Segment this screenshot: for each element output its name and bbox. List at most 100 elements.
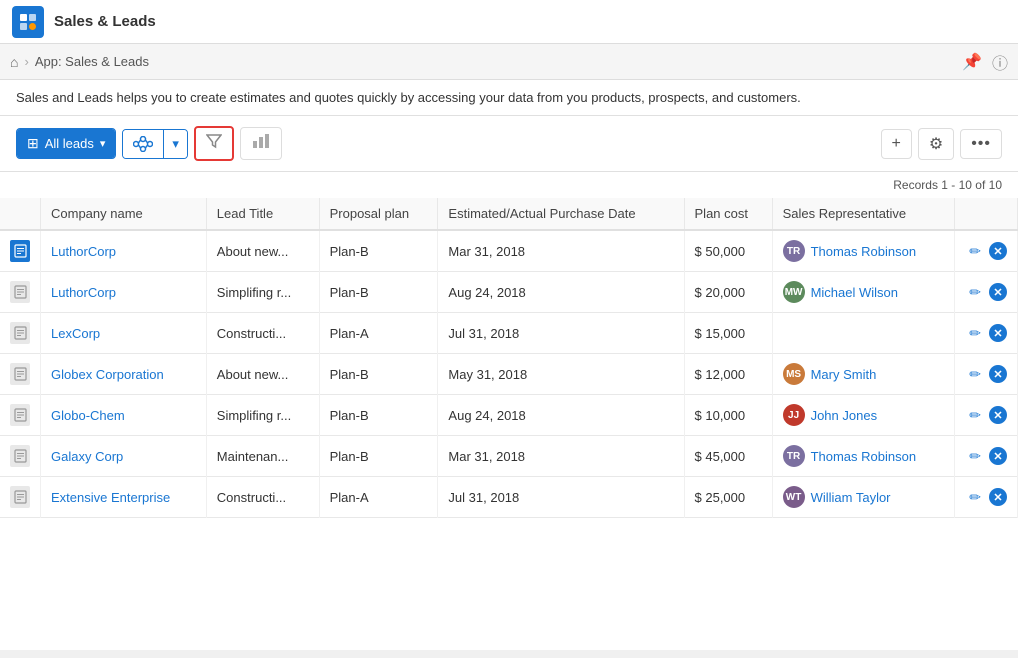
sales-rep-cell[interactable]: MS Mary Smith xyxy=(783,363,945,385)
lead-title: Constructi... xyxy=(206,313,319,354)
edit-button[interactable]: ✏ xyxy=(965,323,985,344)
records-info: Records 1 - 10 of 10 xyxy=(0,172,1018,198)
sales-rep-cell[interactable]: JJ John Jones xyxy=(783,404,945,426)
purchase-date: Aug 24, 2018 xyxy=(438,395,684,436)
row-actions: ✏ ✕ xyxy=(955,436,1018,477)
sales-rep-cell[interactable]: TR Thomas Robinson xyxy=(783,445,945,467)
lead-title: About new... xyxy=(206,230,319,272)
sales-representative[interactable]: JJ John Jones xyxy=(772,395,955,436)
table-row: LuthorCorpAbout new...Plan-BMar 31, 2018… xyxy=(0,230,1018,272)
row-actions: ✏ ✕ xyxy=(955,272,1018,313)
chart-button[interactable] xyxy=(240,127,282,160)
proposal-plan: Plan-B xyxy=(319,230,438,272)
pin-icon[interactable]: 📌 xyxy=(962,52,982,72)
row-type-icon xyxy=(0,354,41,395)
home-icon[interactable]: ⌂ xyxy=(10,54,18,70)
plan-cost: $ 45,000 xyxy=(684,436,772,477)
info-banner-text: Sales and Leads helps you to create esti… xyxy=(16,90,801,105)
edit-button[interactable]: ✏ xyxy=(965,364,985,385)
sales-rep-name: Thomas Robinson xyxy=(811,244,917,259)
edit-button[interactable]: ✏ xyxy=(965,446,985,467)
toolbar: ⊞ All leads ▾ ▾ xyxy=(0,116,1018,172)
edit-button[interactable]: ✏ xyxy=(965,487,985,508)
info-icon[interactable]: ⓘ xyxy=(992,50,1008,74)
delete-button[interactable]: ✕ xyxy=(989,447,1007,465)
app-logo xyxy=(12,6,44,38)
view-main-button[interactable]: ⊞ All leads ▾ xyxy=(17,129,115,158)
col-header-lead-title[interactable]: Lead Title xyxy=(206,198,319,230)
plan-cost: $ 20,000 xyxy=(684,272,772,313)
delete-button[interactable]: ✕ xyxy=(989,488,1007,506)
row-type-icon xyxy=(0,313,41,354)
app-title: Sales & Leads xyxy=(54,13,156,30)
lead-title: About new... xyxy=(206,354,319,395)
company-name[interactable]: LexCorp xyxy=(41,313,207,354)
avatar: WT xyxy=(783,486,805,508)
lead-title: Maintenan... xyxy=(206,436,319,477)
sales-rep-cell[interactable]: MW Michael Wilson xyxy=(783,281,945,303)
plan-cost: $ 50,000 xyxy=(684,230,772,272)
sales-representative[interactable]: MS Mary Smith xyxy=(772,354,955,395)
col-header-cost[interactable]: Plan cost xyxy=(684,198,772,230)
leads-table: Company name Lead Title Proposal plan Es… xyxy=(0,198,1018,518)
row-actions: ✏ ✕ xyxy=(955,395,1018,436)
workflow-dropdown-icon: ▾ xyxy=(172,136,179,151)
row-type-icon xyxy=(0,272,41,313)
delete-button[interactable]: ✕ xyxy=(989,242,1007,260)
proposal-plan: Plan-B xyxy=(319,436,438,477)
purchase-date: May 31, 2018 xyxy=(438,354,684,395)
grid-view-icon: ⊞ xyxy=(27,135,39,152)
delete-button[interactable]: ✕ xyxy=(989,283,1007,301)
workflow-button[interactable]: ▾ xyxy=(122,129,188,159)
table-row: LuthorCorpSimplifing r...Plan-BAug 24, 2… xyxy=(0,272,1018,313)
delete-button[interactable]: ✕ xyxy=(989,324,1007,342)
workflow-dropdown[interactable]: ▾ xyxy=(163,130,187,158)
workflow-main[interactable] xyxy=(123,130,163,158)
plan-cost: $ 10,000 xyxy=(684,395,772,436)
sales-representative[interactable]: MW Michael Wilson xyxy=(772,272,955,313)
edit-button[interactable]: ✏ xyxy=(965,241,985,262)
delete-button[interactable]: ✕ xyxy=(989,365,1007,383)
sales-representative[interactable]: WT William Taylor xyxy=(772,477,955,518)
view-label: All leads xyxy=(45,136,94,151)
edit-button[interactable]: ✏ xyxy=(965,405,985,426)
company-name[interactable]: Globex Corporation xyxy=(41,354,207,395)
row-type-icon xyxy=(0,395,41,436)
edit-button[interactable]: ✏ xyxy=(965,282,985,303)
company-name[interactable]: Globo-Chem xyxy=(41,395,207,436)
proposal-plan: Plan-A xyxy=(319,477,438,518)
table-header-row: Company name Lead Title Proposal plan Es… xyxy=(0,198,1018,230)
breadcrumb-app-label: App: Sales & Leads xyxy=(35,54,149,69)
company-name[interactable]: Galaxy Corp xyxy=(41,436,207,477)
plan-cost: $ 12,000 xyxy=(684,354,772,395)
sales-rep-name: William Taylor xyxy=(811,490,891,505)
col-header-company[interactable]: Company name xyxy=(41,198,207,230)
company-name[interactable]: LuthorCorp xyxy=(41,230,207,272)
col-header-proposal[interactable]: Proposal plan xyxy=(319,198,438,230)
sales-rep-cell[interactable]: TR Thomas Robinson xyxy=(783,240,945,262)
col-header-sales-rep[interactable]: Sales Representative xyxy=(772,198,955,230)
more-options-button[interactable]: ••• xyxy=(960,129,1002,159)
company-name[interactable]: LuthorCorp xyxy=(41,272,207,313)
settings-button[interactable]: ⚙ xyxy=(918,128,954,160)
add-button[interactable]: + xyxy=(881,129,912,159)
delete-button[interactable]: ✕ xyxy=(989,406,1007,424)
table-row: Extensive EnterpriseConstructi...Plan-AJ… xyxy=(0,477,1018,518)
plan-cost: $ 25,000 xyxy=(684,477,772,518)
table-row: LexCorpConstructi...Plan-AJul 31, 2018$ … xyxy=(0,313,1018,354)
sales-rep-cell[interactable]: WT William Taylor xyxy=(783,486,945,508)
col-header-icon xyxy=(0,198,41,230)
row-actions: ✏ ✕ xyxy=(955,477,1018,518)
row-actions: ✏ ✕ xyxy=(955,313,1018,354)
row-type-icon xyxy=(0,230,41,272)
purchase-date: Mar 31, 2018 xyxy=(438,230,684,272)
filter-button[interactable] xyxy=(194,126,234,161)
sales-representative[interactable]: TR Thomas Robinson xyxy=(772,230,955,272)
row-actions: ✏ ✕ xyxy=(955,354,1018,395)
plan-cost: $ 15,000 xyxy=(684,313,772,354)
col-header-date[interactable]: Estimated/Actual Purchase Date xyxy=(438,198,684,230)
sales-representative[interactable]: TR Thomas Robinson xyxy=(772,436,955,477)
title-bar: Sales & Leads xyxy=(0,0,1018,44)
company-name[interactable]: Extensive Enterprise xyxy=(41,477,207,518)
view-selector[interactable]: ⊞ All leads ▾ xyxy=(16,128,116,159)
